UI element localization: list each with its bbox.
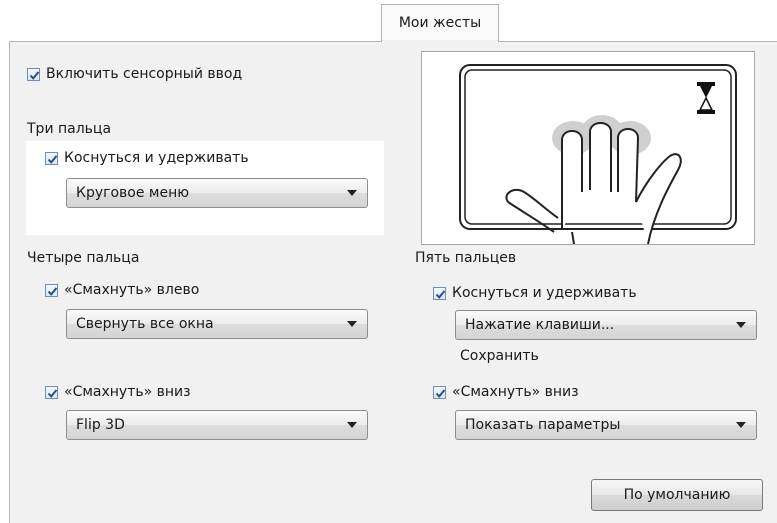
five-fingers-swipe-down-checkbox[interactable]: «Смахнуть» вниз [433, 384, 579, 400]
dropdown-value: Показать параметры [465, 417, 621, 433]
checkmark-icon [45, 283, 58, 297]
four-fingers-swipe-down-label: «Смахнуть» вниз [64, 384, 191, 400]
four-fingers-swipe-left-label: «Смахнуть» влево [64, 282, 200, 298]
four-fingers-swipe-left-dropdown[interactable]: Свернуть все окна [66, 309, 368, 339]
five-fingers-swipe-down-dropdown[interactable]: Показать параметры [455, 410, 757, 440]
four-fingers-heading: Четыре пальца [27, 250, 140, 266]
tab-my-gestures[interactable]: Мои жесты [381, 4, 499, 42]
checkmark-icon [433, 286, 446, 300]
chevron-down-icon [347, 190, 357, 196]
enable-touch-label: Включить сенсорный ввод [46, 66, 243, 82]
dropdown-value: Свернуть все окна [76, 316, 214, 332]
enable-touch-checkbox[interactable]: Включить сенсорный ввод [27, 66, 242, 82]
three-fingers-action-dropdown[interactable]: Круговое меню [66, 178, 368, 208]
hand-gesture-illustration [459, 64, 737, 245]
checkmark-icon [433, 385, 446, 399]
chevron-down-icon [347, 422, 357, 428]
chevron-down-icon [736, 422, 746, 428]
gesture-preview [421, 51, 755, 245]
dropdown-value: Нажатие клавиши... [465, 317, 615, 333]
checkmark-icon [27, 67, 40, 81]
dropdown-value: Круговое меню [76, 185, 190, 201]
tab-joint [382, 40, 498, 43]
save-link[interactable]: Сохранить [460, 348, 539, 364]
four-fingers-swipe-left-checkbox[interactable]: «Смахнуть» влево [45, 282, 199, 298]
dropdown-value: Flip 3D [76, 417, 125, 433]
five-fingers-touch-hold-label: Коснуться и удерживать [452, 285, 637, 301]
five-fingers-heading: Пять пальцев [415, 250, 517, 266]
five-fingers-swipe-down-label: «Смахнуть» вниз [452, 384, 579, 400]
chevron-down-icon [347, 321, 357, 327]
five-fingers-touch-hold-dropdown[interactable]: Нажатие клавиши... [455, 310, 757, 340]
three-fingers-touch-hold-label: Коснуться и удерживать [64, 150, 249, 166]
checkmark-icon [45, 151, 58, 165]
four-fingers-swipe-down-dropdown[interactable]: Flip 3D [66, 410, 368, 440]
three-fingers-touch-hold-checkbox[interactable]: Коснуться и удерживать [45, 150, 249, 166]
four-fingers-swipe-down-checkbox[interactable]: «Смахнуть» вниз [45, 384, 191, 400]
chevron-down-icon [736, 322, 746, 328]
restore-defaults-button[interactable]: По умолчанию [591, 479, 763, 511]
checkmark-icon [45, 385, 58, 399]
three-fingers-heading: Три пальца [27, 121, 112, 137]
hourglass-icon [697, 82, 715, 114]
five-fingers-touch-hold-checkbox[interactable]: Коснуться и удерживать [433, 285, 637, 301]
